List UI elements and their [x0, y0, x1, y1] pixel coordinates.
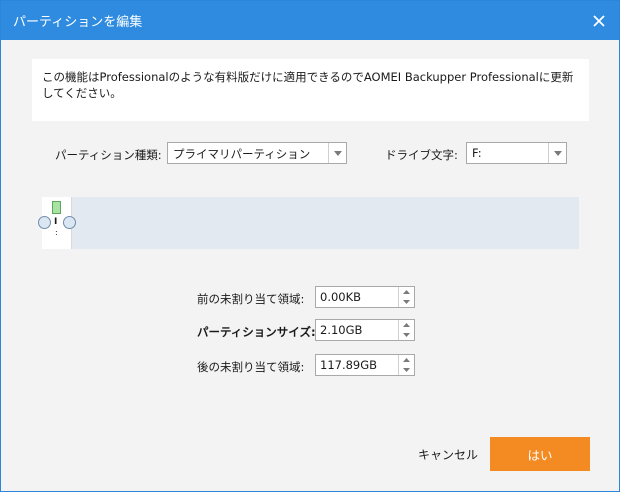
chevron-down-icon — [328, 143, 346, 163]
partition-type-select[interactable]: プライマリパーティション — [167, 142, 347, 164]
chevron-down-icon[interactable] — [399, 297, 414, 307]
right-resize-handle[interactable] — [63, 216, 76, 229]
close-icon — [593, 15, 605, 27]
spin-buttons — [398, 287, 414, 307]
unallocated-after-input[interactable]: 117.89GB — [315, 354, 415, 376]
partition-letter: I — [54, 217, 58, 227]
drive-letter-value: F: — [472, 146, 482, 160]
partition-size-input[interactable]: 2.10GB — [315, 319, 415, 341]
spin-buttons — [398, 320, 414, 340]
unallocated-before-value: 0.00KB — [320, 290, 362, 304]
ok-button[interactable]: はい — [490, 437, 590, 471]
disk-map-bar — [42, 197, 579, 249]
unallocated-before-input[interactable]: 0.00KB — [315, 286, 415, 308]
drive-letter-select[interactable]: F: — [466, 142, 567, 164]
partition-usage-fill — [52, 201, 61, 214]
unallocated-before-label: 前の未割り当て領域: — [197, 292, 305, 306]
spin-buttons — [398, 355, 414, 375]
partition-letter-colon: : — [55, 228, 58, 237]
drive-letter-label: ドライブ文字: — [385, 148, 458, 162]
partition-type-label: パーティション種類: — [55, 148, 162, 162]
chevron-up-icon[interactable] — [399, 320, 414, 330]
partition-size-value: 2.10GB — [320, 323, 363, 337]
edit-partition-dialog: パーティションを編集 この機能はProfessionalのような有料版だけに適用… — [0, 0, 620, 492]
unallocated-after-value: 117.89GB — [320, 358, 378, 372]
chevron-down-icon[interactable] — [399, 330, 414, 340]
partition-type-value: プライマリパーティション — [173, 147, 311, 161]
close-button[interactable] — [585, 7, 613, 35]
left-resize-handle[interactable] — [38, 216, 51, 229]
cancel-button[interactable]: キャンセル — [411, 437, 485, 471]
chevron-down-icon — [548, 143, 566, 163]
title-bar: パーティションを編集 — [1, 1, 619, 40]
chevron-up-icon[interactable] — [399, 287, 414, 297]
dialog-title: パーティションを編集 — [13, 15, 143, 30]
unallocated-after-label: 後の未割り当て領域: — [197, 360, 305, 374]
upgrade-notice: この機能はProfessionalのような有料版だけに適用できるのでAOMEI … — [32, 59, 589, 121]
chevron-up-icon[interactable] — [399, 355, 414, 365]
partition-size-label: パーティションサイズ: — [197, 325, 316, 339]
chevron-down-icon[interactable] — [399, 365, 414, 375]
